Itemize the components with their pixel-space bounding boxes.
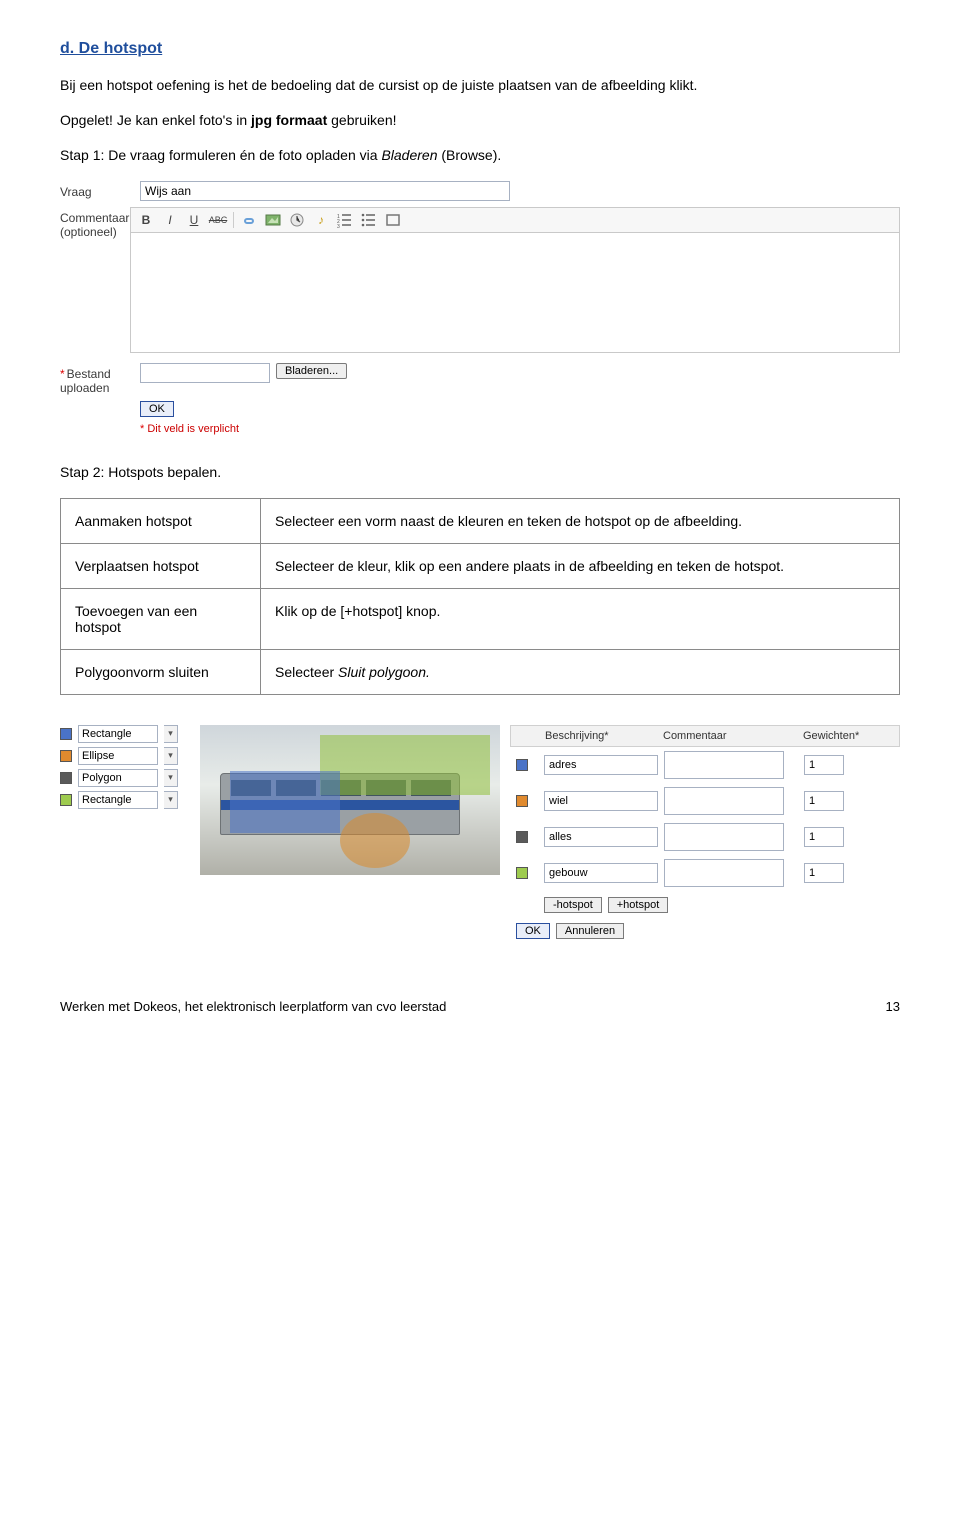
desc-input[interactable]	[544, 863, 658, 883]
weight-input[interactable]	[804, 755, 844, 775]
desc-input[interactable]	[544, 755, 658, 775]
shape-color-grey[interactable]	[60, 772, 72, 784]
cell-close-label: Polygoonvorm sluiten	[61, 649, 261, 694]
required-note: * Dit veld is verplicht	[140, 423, 900, 435]
hotspot-overlay-blue[interactable]	[230, 771, 340, 833]
row-color	[516, 759, 528, 771]
editor-toolbar: B I U ABC ♪ 123	[130, 207, 900, 233]
cell-close-desc: Selecteer Sluit polygoon.	[261, 649, 900, 694]
form-question-upload: Vraag Commentaar (optioneel) B I U ABC	[60, 181, 900, 435]
col-desc: Beschrijving*	[545, 730, 663, 742]
ok-button-2[interactable]: OK	[516, 923, 550, 939]
shape-panel: ▾ ▾ ▾ ▾	[60, 725, 190, 939]
upload-input[interactable]	[140, 363, 270, 383]
hotspot-overlay-green[interactable]	[320, 735, 490, 795]
intro-2b: jpg formaat	[251, 112, 327, 128]
intro-2a: Opgelet! Je kan enkel foto's in	[60, 112, 251, 128]
cancel-button[interactable]: Annuleren	[556, 923, 624, 939]
cell-add-label: Toevoegen van een hotspot	[61, 588, 261, 649]
col-comment: Commentaar	[663, 730, 803, 742]
desc-input[interactable]	[544, 791, 658, 811]
cell-add-desc: Klik op de [+hotspot] knop.	[261, 588, 900, 649]
chevron-down-icon[interactable]: ▾	[164, 747, 178, 765]
cell-move-label: Verplaatsen hotspot	[61, 543, 261, 588]
note-icon[interactable]: ♪	[312, 211, 330, 229]
desc-input[interactable]	[544, 827, 658, 847]
row-color	[516, 795, 528, 807]
col-weight: Gewichten*	[803, 730, 893, 742]
upload-label: *Bestand uploaden	[60, 363, 140, 395]
row-color	[516, 867, 528, 879]
ok-button[interactable]: OK	[140, 401, 174, 417]
section-title: d. De hotspot	[60, 40, 900, 58]
cell-create-desc: Selecteer een vorm naast de kleuren en t…	[261, 498, 900, 543]
hotspot-editor: ▾ ▾ ▾ ▾	[60, 725, 900, 939]
chevron-down-icon[interactable]: ▾	[164, 791, 178, 809]
comment-input[interactable]	[664, 751, 784, 779]
shape-color-green[interactable]	[60, 794, 72, 806]
intro-paragraph-1: Bij een hotspot oefening is het de bedoe…	[60, 76, 900, 95]
step1-b: Bladeren	[381, 147, 437, 163]
comment-input[interactable]	[664, 823, 784, 851]
plus-hotspot-button[interactable]: +hotspot	[608, 897, 669, 913]
step1-paragraph: Stap 1: De vraag formuleren én de foto o…	[60, 146, 900, 165]
image-icon[interactable]	[264, 211, 282, 229]
weight-input[interactable]	[804, 863, 844, 883]
shape-color-orange[interactable]	[60, 750, 72, 762]
shape-select-grey[interactable]	[78, 769, 158, 787]
shape-color-blue[interactable]	[60, 728, 72, 740]
minus-hotspot-button[interactable]: -hotspot	[544, 897, 602, 913]
strike-icon[interactable]: ABC	[209, 211, 227, 229]
intro-paragraph-2: Opgelet! Je kan enkel foto's in jpg form…	[60, 111, 900, 130]
clock-icon[interactable]	[288, 211, 306, 229]
ul-icon[interactable]	[360, 211, 378, 229]
vraag-label: Vraag	[60, 181, 140, 199]
ol-icon[interactable]: 123	[336, 211, 354, 229]
rect-icon[interactable]	[384, 211, 402, 229]
underline-icon[interactable]: U	[185, 211, 203, 229]
commentaar-label: Commentaar (optioneel)	[60, 207, 130, 239]
comment-input[interactable]	[664, 787, 784, 815]
hotspot-canvas[interactable]	[200, 725, 500, 875]
shape-select-orange[interactable]	[78, 747, 158, 765]
comment-input[interactable]	[664, 859, 784, 887]
browse-button[interactable]: Bladeren...	[276, 363, 347, 379]
svg-text:3: 3	[337, 224, 340, 228]
hotspot-actions-table: Aanmaken hotspot Selecteer een vorm naas…	[60, 498, 900, 695]
shape-select-blue[interactable]	[78, 725, 158, 743]
weight-input[interactable]	[804, 827, 844, 847]
row-color	[516, 831, 528, 843]
page-number: 13	[886, 999, 900, 1014]
cell-move-desc: Selecteer de kleur, klik op een andere p…	[261, 543, 900, 588]
footer-text: Werken met Dokeos, het elektronisch leer…	[60, 999, 446, 1014]
hotspot-data-table: Beschrijving* Commentaar Gewichten*	[510, 725, 900, 939]
hotspot-overlay-orange[interactable]	[340, 813, 410, 868]
link-icon[interactable]	[240, 211, 258, 229]
step2-paragraph: Stap 2: Hotspots bepalen.	[60, 463, 900, 482]
chevron-down-icon[interactable]: ▾	[164, 769, 178, 787]
editor-area[interactable]	[130, 233, 900, 353]
chevron-down-icon[interactable]: ▾	[164, 725, 178, 743]
italic-icon[interactable]: I	[161, 211, 179, 229]
shape-select-green[interactable]	[78, 791, 158, 809]
vraag-input[interactable]	[140, 181, 510, 201]
step1-a: Stap 1: De vraag formuleren én de foto o…	[60, 147, 381, 163]
weight-input[interactable]	[804, 791, 844, 811]
intro-2c: gebruiken!	[327, 112, 396, 128]
cell-create-label: Aanmaken hotspot	[61, 498, 261, 543]
separator-icon	[233, 212, 234, 228]
bold-icon[interactable]: B	[137, 211, 155, 229]
step1-c: (Browse).	[437, 147, 501, 163]
